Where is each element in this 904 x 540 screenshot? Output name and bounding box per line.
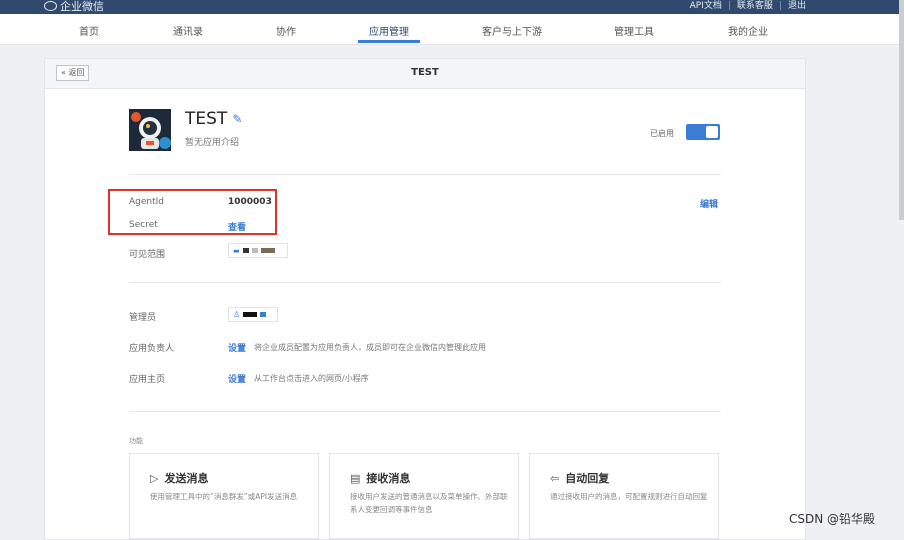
enable-toggle[interactable] (686, 124, 720, 140)
folder-icon: ▬ (233, 246, 240, 255)
api-docs-link[interactable]: API文档 (690, 0, 722, 12)
homepage-label: 应用主页 (129, 375, 166, 385)
redacted-block (251, 248, 258, 253)
feature-card-auto-reply[interactable]: ⇦ 自动回复 通过接收用户的消息，可配置规则进行自动回复 (529, 453, 719, 539)
feature-title-text: 接收消息 (366, 472, 411, 485)
page-scrollbar[interactable] (899, 0, 904, 220)
owner-hint: 将企业成员配置为应用负责人，成员即可在企业微信内管理此应用 (254, 343, 486, 352)
nav-item-my-enterprise[interactable]: 我的企业 (728, 23, 768, 38)
feature-description: 接收用户发送的普通消息以及菜单操作、外部联系人变更回调等事件信息 (350, 492, 508, 514)
active-tab-indicator (358, 40, 420, 43)
feature-title-text: 发送消息 (164, 472, 209, 485)
redacted-block (243, 312, 258, 317)
feature-description: 通过接收用户的消息，可配置规则进行自动回复 (550, 492, 708, 501)
homepage-hint: 从工作台点击进入的网页/小程序 (254, 374, 369, 383)
redacted-block (260, 248, 275, 253)
divider (129, 282, 721, 283)
toggle-knob (706, 126, 718, 138)
admins-label: 管理员 (129, 313, 157, 323)
logo-text: 企业微信 (60, 0, 104, 13)
visibility-label: 可见范围 (129, 250, 166, 260)
logo[interactable]: 企业微信 (44, 0, 104, 14)
agentid-label: AgentId (129, 197, 165, 207)
watermark: CSDN @铅华殿 (789, 512, 876, 526)
app-name: TEST ✎ (185, 109, 242, 129)
feature-card-title: ▷ 发送消息 (150, 470, 208, 486)
nav-item-contacts[interactable]: 通讯录 (173, 23, 203, 38)
app-avatar[interactable] (129, 109, 171, 151)
feature-description: 使用管理工具中的“消息群发”或API发送消息 (150, 492, 298, 501)
divider (129, 174, 721, 175)
status-label: 已启用 (650, 129, 674, 138)
logout-link[interactable]: 退出 (788, 0, 806, 12)
edit-link[interactable]: 编辑 (700, 197, 718, 210)
reply-icon: ⇦ (550, 471, 560, 485)
feature-card-title: ▤ 接收消息 (350, 470, 410, 486)
admin-chip[interactable]: ♙ (228, 307, 278, 322)
feature-card-receive[interactable]: ▤ 接收消息 接收用户发送的普通消息以及菜单操作、外部联系人变更回调等事件信息 (329, 453, 519, 539)
redacted-block (242, 248, 249, 253)
divider: | (727, 1, 731, 11)
user-icon: ♙ (233, 310, 241, 319)
contact-support-link[interactable]: 联系客服 (737, 0, 773, 12)
chat-icon: ▤ (350, 471, 361, 485)
top-links: API文档 | 联系客服 | 退出 (690, 0, 806, 12)
card-header: « 返回 TEST (45, 59, 805, 89)
main-nav: 首页 通讯录 协作 应用管理 客户与上下游 管理工具 我的企业 (0, 14, 904, 45)
feature-card-send[interactable]: ▷ 发送消息 使用管理工具中的“消息群发”或API发送消息 (129, 453, 319, 539)
divider: | (778, 1, 782, 11)
secret-view-link[interactable]: 查看 (228, 220, 246, 233)
features-section-label: 功能 (129, 437, 143, 445)
nav-item-management-tools[interactable]: 管理工具 (614, 23, 654, 38)
page-title: TEST (411, 67, 439, 78)
owner-label: 应用负责人 (129, 344, 175, 354)
nav-item-customers[interactable]: 客户与上下游 (482, 23, 542, 38)
feature-title-text: 自动回复 (565, 472, 610, 485)
nav-item-app-management[interactable]: 应用管理 (369, 23, 409, 38)
owner-setup-link[interactable]: 设置 (228, 341, 246, 354)
redacted-block (260, 312, 267, 317)
agentid-value: 1000003 (228, 197, 272, 207)
nav-item-collaboration[interactable]: 协作 (276, 23, 296, 38)
send-icon: ▷ (150, 471, 159, 485)
secret-label: Secret (129, 220, 158, 230)
top-bar: 企业微信 API文档 | 联系客服 | 退出 (0, 0, 904, 14)
divider (129, 411, 721, 412)
astronaut-avatar-icon (129, 109, 171, 151)
nav-item-home[interactable]: 首页 (79, 23, 99, 38)
wecom-logo-icon (44, 1, 57, 11)
visibility-scope-chip[interactable]: ▬ (228, 243, 288, 258)
feature-card-title: ⇦ 自动回复 (550, 470, 609, 486)
pencil-icon[interactable]: ✎ (232, 112, 242, 126)
app-description: 暂无应用介绍 (185, 138, 240, 148)
app-detail-card: « 返回 TEST TEST ✎ 暂无应用介绍 已启用 AgentId 1000… (44, 58, 806, 540)
homepage-setup-link[interactable]: 设置 (228, 372, 246, 385)
app-name-text: TEST (185, 109, 228, 129)
